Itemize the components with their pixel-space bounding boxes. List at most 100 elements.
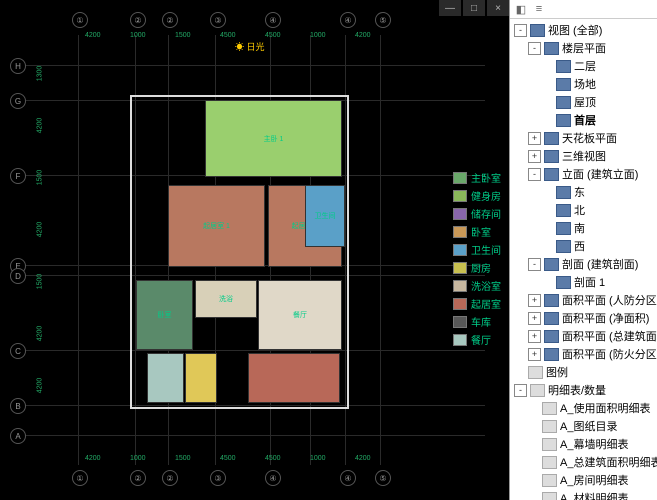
tree-node[interactable]: 场地: [510, 75, 657, 93]
maximize-button[interactable]: □: [463, 0, 485, 16]
legend-swatch: [453, 208, 467, 220]
tree-label: 立面 (建筑立面): [562, 166, 638, 182]
project-browser[interactable]: ◧ ≡ -视图 (全部)-楼层平面二层场地屋顶首层+天花板平面+三维视图-立面 …: [509, 0, 657, 500]
legend-swatch: [453, 334, 467, 346]
legend-swatch: [453, 172, 467, 184]
tree-label: A_房间明细表: [560, 472, 628, 488]
tree-node[interactable]: 南: [510, 219, 657, 237]
grid-bubble: ③: [210, 470, 226, 486]
view-icon: [544, 294, 559, 307]
grid-bubble: C: [10, 343, 26, 359]
tree-node[interactable]: -剖面 (建筑剖面): [510, 255, 657, 273]
tree-node[interactable]: 首层: [510, 111, 657, 129]
tree-node[interactable]: +面积平面 (净面积): [510, 309, 657, 327]
legend-item: 洗浴室: [453, 278, 501, 293]
tree-node[interactable]: A_房间明细表: [510, 471, 657, 489]
collapse-icon[interactable]: -: [528, 258, 541, 271]
tree-node[interactable]: + 面积平面 (防火分区面积): [510, 345, 657, 363]
legend-label: 卫生间: [471, 242, 501, 257]
tree-node[interactable]: + 三维视图: [510, 147, 657, 165]
legend-swatch: [453, 316, 467, 328]
expand-icon[interactable]: +: [528, 294, 541, 307]
collapse-icon[interactable]: -: [528, 168, 541, 181]
collapse-icon[interactable]: -: [528, 42, 541, 55]
dimension-text: 4200: [36, 326, 43, 342]
dimension-text: 4500: [265, 455, 281, 462]
tree-node[interactable]: 西: [510, 237, 657, 255]
tree-label: 西: [574, 238, 585, 254]
browser-menu-icon[interactable]: ≡: [532, 2, 546, 16]
view-icon: [556, 60, 571, 73]
expand-icon[interactable]: +: [528, 330, 541, 343]
minimize-button[interactable]: —: [439, 0, 461, 16]
tree-node[interactable]: - 立面 (建筑立面): [510, 165, 657, 183]
view-icon: [556, 222, 571, 235]
view-icon: [556, 186, 571, 199]
tree-spacer: [542, 223, 553, 234]
tree-node[interactable]: -视图 (全部): [510, 21, 657, 39]
tree-label: 北: [574, 202, 585, 218]
tree-node[interactable]: +天花板平面: [510, 129, 657, 147]
dimension-text: 4200: [85, 455, 101, 462]
tree-node[interactable]: +面积平面 (总建筑面积): [510, 327, 657, 345]
tree-label: 首层: [574, 112, 596, 128]
tree-label: 三维视图: [562, 148, 606, 164]
browser-collapse-icon[interactable]: ◧: [514, 2, 528, 16]
view-icon: [544, 330, 559, 343]
expand-icon[interactable]: +: [528, 348, 541, 361]
tree-node[interactable]: 北: [510, 201, 657, 219]
view-icon: [544, 312, 559, 325]
collapse-icon[interactable]: -: [514, 24, 527, 37]
tree-label: 明细表/数量: [548, 382, 606, 398]
grid-bubble: F: [10, 168, 26, 184]
drawing-canvas[interactable]: — □ × ①①②②②②③③④④④④⑤⑤HGFEDCBA420042001000…: [0, 0, 509, 500]
grid-bubble: B: [10, 398, 26, 414]
grid-bubble: ④: [340, 12, 356, 28]
expand-icon[interactable]: +: [528, 132, 541, 145]
tree-spacer: [542, 61, 553, 72]
collapse-icon[interactable]: -: [514, 384, 527, 397]
dimension-text: 1500: [175, 32, 191, 39]
project-tree[interactable]: -视图 (全部)-楼层平面二层场地屋顶首层+天花板平面+三维视图-立面 (建筑立…: [510, 19, 657, 500]
dimension-text: 4200: [355, 455, 371, 462]
grid-bubble: ④: [340, 470, 356, 486]
legend-label: 健身房: [471, 188, 501, 203]
dimension-text: 4500: [220, 455, 236, 462]
view-icon: [544, 258, 559, 271]
tree-spacer: [528, 493, 539, 500]
tree-node[interactable]: -楼层平面: [510, 39, 657, 57]
legend-swatch: [453, 190, 467, 202]
expand-icon[interactable]: +: [528, 312, 541, 325]
tree-node[interactable]: A_幕墙明细表: [510, 435, 657, 453]
tree-node[interactable]: 屋顶: [510, 93, 657, 111]
tree-node[interactable]: 二层: [510, 57, 657, 75]
tree-label: 南: [574, 220, 585, 236]
legend-swatch: [453, 226, 467, 238]
tree-node[interactable]: 图例: [510, 363, 657, 381]
tree-spacer: [542, 79, 553, 90]
grid-bubble: ②: [162, 470, 178, 486]
view-icon: [544, 132, 559, 145]
legend-item: 车库: [453, 314, 501, 329]
tree-node[interactable]: A_图纸目录: [510, 417, 657, 435]
view-icon: [530, 24, 545, 37]
view-icon: [544, 348, 559, 361]
grid-bubble: ①: [72, 12, 88, 28]
close-button[interactable]: ×: [487, 0, 509, 16]
tree-label: 二层: [574, 58, 596, 74]
tree-label: 面积平面 (防火分区面积): [562, 346, 657, 362]
tree-node[interactable]: A_材料明细表: [510, 489, 657, 500]
legend-item: 厨房: [453, 260, 501, 275]
tree-node[interactable]: +面积平面 (人防分区面积): [510, 291, 657, 309]
tree-node[interactable]: A_使用面积明细表: [510, 399, 657, 417]
sun-path-icon[interactable]: ☀ 日光: [235, 40, 265, 53]
grid-bubble: ③: [210, 12, 226, 28]
tree-node[interactable]: 东: [510, 183, 657, 201]
tree-node[interactable]: 剖面 1: [510, 273, 657, 291]
tree-node[interactable]: A_总建筑面积明细表: [510, 453, 657, 471]
expand-icon[interactable]: +: [528, 150, 541, 163]
dimension-text: 1000: [130, 455, 146, 462]
tree-node[interactable]: - 明细表/数量: [510, 381, 657, 399]
dimension-text: 1000: [130, 32, 146, 39]
tree-spacer: [542, 205, 553, 216]
